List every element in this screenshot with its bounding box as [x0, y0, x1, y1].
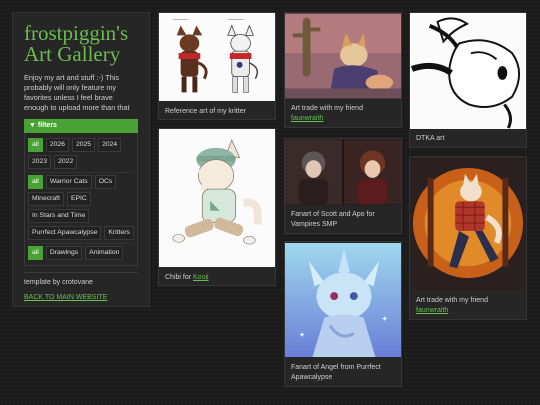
- filters-toggle[interactable]: ▼ filters: [24, 119, 138, 133]
- gallery-card[interactable]: Reference art of my kritter: [158, 12, 276, 120]
- filter-in-stars-and-time[interactable]: In Stars and Time: [28, 209, 90, 223]
- artwork-image[interactable]: ✦ ✦: [285, 242, 401, 358]
- caption-text: Reference art of my kritter: [165, 108, 246, 115]
- title-line-2: Art Gallery: [24, 42, 121, 66]
- filter-epic[interactable]: EPIC: [66, 192, 91, 206]
- artwork-image[interactable]: [285, 13, 401, 99]
- title-line-1: frostpiggin's: [24, 21, 129, 45]
- filter-year-2026[interactable]: 2026: [45, 138, 69, 152]
- filter-kritters[interactable]: Kritters: [104, 226, 134, 240]
- artist-link[interactable]: faunwraith: [416, 307, 448, 314]
- caption-text: Art trade with my friend: [291, 105, 363, 112]
- artwork-image[interactable]: [410, 157, 526, 291]
- gallery-card[interactable]: Art trade with my friend faunwraith: [409, 156, 527, 320]
- filter-ocs[interactable]: OCs: [94, 175, 117, 189]
- svg-text:✦: ✦: [299, 330, 306, 339]
- artwork-image[interactable]: [285, 139, 401, 205]
- caption-text: Fanart of Scott and Apo for Vampires SMP: [291, 211, 375, 228]
- filter-year-2022[interactable]: 2022: [54, 155, 78, 169]
- filter-year-2023[interactable]: 2023: [28, 155, 52, 169]
- filter-drawings[interactable]: Drawings: [45, 246, 83, 260]
- artwork-caption: Art trade with my friend faunwraith: [291, 104, 395, 124]
- category-filter-group: all Warrior Cats OCs Minecraft EPIC In S…: [28, 173, 134, 244]
- filter-animation[interactable]: Animation: [85, 246, 124, 260]
- filter-type-all[interactable]: all: [28, 246, 43, 260]
- artwork-caption: Reference art of my kritter: [165, 107, 269, 117]
- back-to-main-link[interactable]: BACK TO MAIN WEBSITE: [24, 294, 138, 301]
- filter-year-all[interactable]: all: [28, 138, 43, 152]
- type-filter-group: all Drawings Animation: [28, 244, 134, 263]
- site-title: frostpiggin's Art Gallery: [24, 23, 138, 65]
- artwork-caption: Art trade with my friend faunwraith: [416, 296, 520, 316]
- filter-year-2024[interactable]: 2024: [98, 138, 122, 152]
- caption-text: Chibi for: [165, 274, 194, 281]
- filter-category-all[interactable]: all: [28, 175, 43, 189]
- artist-link[interactable]: Kooji: [193, 274, 209, 281]
- gallery-card[interactable]: Art trade with my friend faunwraith: [284, 12, 402, 128]
- artwork-caption: DTKA art: [416, 134, 520, 144]
- caption-text: Art trade with my friend: [416, 297, 488, 304]
- year-filter-group: all 2026 2025 2024 2023 2022: [28, 136, 134, 173]
- filter-warrior-cats[interactable]: Warrior Cats: [45, 175, 92, 189]
- sidebar: frostpiggin's Art Gallery Enjoy my art a…: [12, 12, 150, 307]
- artwork-caption: Fanart of Angel from Purrfect Apawcalyps…: [291, 363, 395, 383]
- caption-text: DTKA art: [416, 135, 445, 142]
- artwork-image[interactable]: [159, 129, 275, 267]
- gallery-card[interactable]: ✦ ✦ Fanart of Angel from Purrfect Apawca…: [284, 241, 402, 387]
- intro-text: Enjoy my art and stuff :-) This probably…: [24, 73, 130, 112]
- template-credits: template by crotovane: [24, 272, 138, 286]
- filters-panel: all 2026 2025 2024 2023 2022 all Warrior…: [24, 133, 138, 266]
- gallery-card[interactable]: DTKA art: [409, 12, 527, 148]
- gallery-card[interactable]: Fanart of Scott and Apo for Vampires SMP: [284, 138, 402, 234]
- caption-text: Fanart of Angel from Purrfect Apawcalyps…: [291, 364, 381, 381]
- artwork-image[interactable]: [159, 13, 275, 101]
- filter-purrfect-apawcalypse[interactable]: Purrfect Apawcalypse: [28, 226, 102, 240]
- filter-minecraft[interactable]: Minecraft: [28, 192, 64, 206]
- artwork-image[interactable]: [410, 13, 526, 129]
- artist-link[interactable]: faunwraith: [291, 115, 323, 122]
- svg-text:✦: ✦: [381, 315, 388, 324]
- gallery-card[interactable]: Chibi for Kooji: [158, 128, 276, 286]
- filter-year-2025[interactable]: 2025: [71, 138, 96, 152]
- artwork-caption: Chibi for Kooji: [165, 273, 269, 283]
- artwork-caption: Fanart of Scott and Apo for Vampires SMP: [291, 210, 395, 230]
